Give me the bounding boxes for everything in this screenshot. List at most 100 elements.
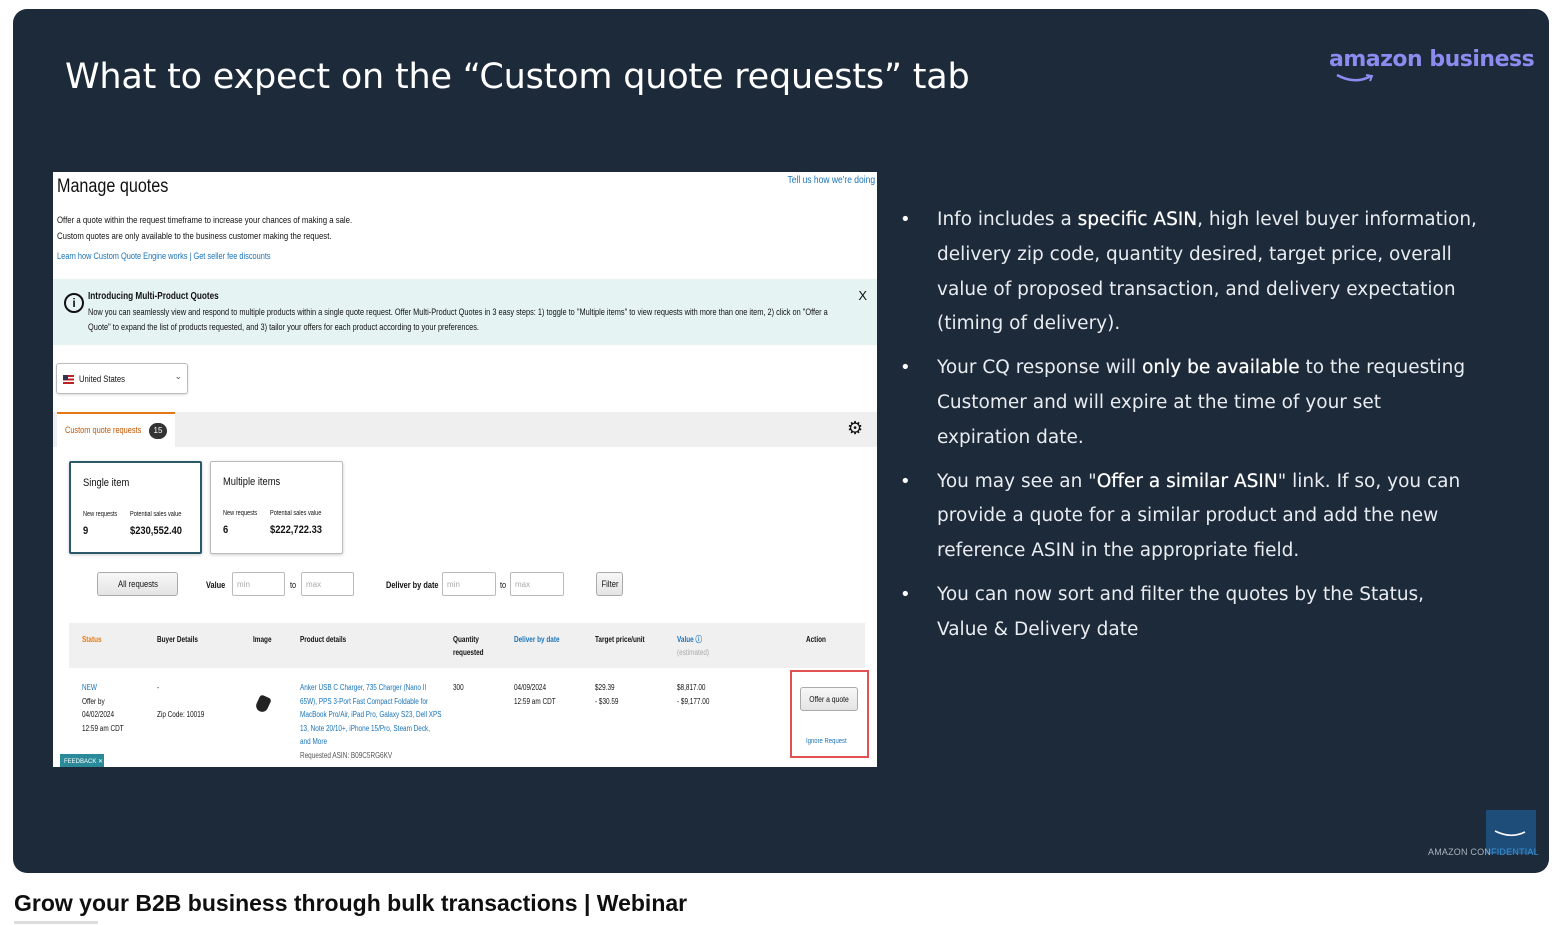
row-value: $8,817.00 - $9,177.00 <box>677 681 709 708</box>
to-label: to <box>500 580 507 590</box>
filter-button[interactable]: Filter <box>596 572 623 596</box>
deliver-date: 04/09/2024 <box>514 683 547 692</box>
banner-text: Now you can seamlessly view and respond … <box>88 305 851 335</box>
new-requests-label: New requests <box>223 510 258 517</box>
th-quantity-line-1: Quantity <box>453 635 479 644</box>
row-asin: Requested ASIN: B09C5RG6KV <box>300 751 393 760</box>
country-label: United States <box>79 374 125 384</box>
banner-title: Introducing Multi-Product Quotes <box>88 291 219 302</box>
sales-value-label: Potential sales value <box>270 510 322 517</box>
info-icon: i <box>64 293 84 313</box>
offer-a-quote-button[interactable]: Offer a quote <box>800 687 858 711</box>
status-filter-label: All requests <box>117 579 158 589</box>
ignore-request-link[interactable]: Ignore Request <box>806 738 847 745</box>
deliver-max-input[interactable]: max <box>510 572 564 596</box>
th-target-price: Target price/unit <box>595 635 645 644</box>
sales-value: $230,552.40 <box>130 525 182 537</box>
value-min-input[interactable]: min <box>232 572 285 596</box>
product-line-2: 65W), PPS 3-Port Fast Compact Foldable f… <box>300 696 429 706</box>
manage-quotes-screenshot: Manage quotes Tell us how we're doing Of… <box>53 172 877 767</box>
new-requests-label: New requests <box>83 511 118 518</box>
th-buyer: Buyer Details <box>157 635 198 644</box>
new-requests-count: 9 <box>83 525 89 537</box>
th-deliver-by[interactable]: Deliver by date <box>514 633 560 646</box>
banner-close-icon[interactable]: X <box>858 288 867 303</box>
confidential-text-b: FIDENTIAL <box>1491 847 1539 857</box>
th-value-label: Value ⓘ <box>677 635 702 644</box>
gear-icon[interactable]: ⚙ <box>847 418 863 439</box>
value-label: Value <box>206 580 226 590</box>
single-item-card[interactable]: Single item New requests Potential sales… <box>69 461 202 554</box>
deliver-max-placeholder: max <box>515 580 531 589</box>
deliver-min-placeholder: min <box>447 580 460 589</box>
video-title: Grow your B2B business through bulk tran… <box>14 890 688 916</box>
desc-line-2: Custom quotes are only available to the … <box>57 231 332 242</box>
card-title: Single item <box>83 477 130 489</box>
row-target-price: $29.39 - $30.59 <box>595 681 618 708</box>
target-price-low: $29.39 <box>595 683 615 692</box>
confidential-label: AMAZON CONFIDENTIAL <box>1428 847 1539 857</box>
bullet-text: Your CQ response will <box>937 357 1143 379</box>
country-select[interactable]: United States ⌄ <box>56 363 188 394</box>
help-links[interactable]: Learn how Custom Quote Engine works | Ge… <box>57 251 271 261</box>
th-action: Action <box>806 635 826 644</box>
multiple-items-card[interactable]: Multiple items New requests Potential sa… <box>210 461 343 554</box>
slide-title: What to expect on the “Custom quote requ… <box>65 57 970 97</box>
value-min-placeholder: min <box>237 580 250 589</box>
confidential-text-a: AMAZON CON <box>1428 847 1492 857</box>
th-product: Product details <box>300 635 347 644</box>
row-offer-date: 04/02/2024 <box>82 710 115 719</box>
deliver-min-input[interactable]: min <box>442 572 496 596</box>
value-max-input[interactable]: max <box>301 572 354 596</box>
video-player[interactable]: What to expect on the “Custom quote requ… <box>13 9 1549 873</box>
desc-line-1: Offer a quote within the request timefra… <box>57 215 353 226</box>
product-line-3: MacBook Pro/Air, iPad Pro, Galaxy S23, D… <box>300 710 442 719</box>
banner-text-line-1: Now you can seamlessly view and respond … <box>88 307 828 317</box>
bullet-emphasis: only be available <box>1142 357 1300 379</box>
row-offer-time: 12:59 am CDT <box>82 723 124 733</box>
manage-quotes-title: Manage quotes <box>57 176 169 197</box>
deliver-time: 12:59 am CDT <box>514 696 556 706</box>
product-line-5: and More <box>300 737 328 746</box>
banner-text-line-2: Quote" to expand the list of products re… <box>88 322 479 332</box>
th-quantity-line-2: requested <box>453 648 484 657</box>
target-price-high: - $30.59 <box>595 696 619 706</box>
status-filter-select[interactable]: All requests <box>97 572 178 596</box>
product-line-4: 13, Note 20/10+, iPhone 15/Pro, Steam De… <box>300 723 431 733</box>
sales-value-label: Potential sales value <box>130 511 182 518</box>
row-zip: Zip Code: 10019 <box>157 710 205 719</box>
bullet-emphasis: Offer a similar ASIN <box>1096 470 1278 492</box>
logo-text: amazon business <box>1329 47 1535 72</box>
value-low: $8,817.00 <box>677 683 706 692</box>
bullet-text: You can now sort and filter the quotes b… <box>937 583 1425 640</box>
us-flag-icon <box>63 375 74 384</box>
tell-us-link[interactable]: Tell us how we're doing <box>787 175 875 186</box>
multi-product-banner: i Introducing Multi-Product Quotes Now y… <box>53 279 877 345</box>
card-title: Multiple items <box>223 476 281 488</box>
row-product-link[interactable]: Anker USB C Charger, 735 Charger (Nano I… <box>300 681 442 749</box>
th-quantity: Quantity requested <box>453 633 484 659</box>
feedback-button[interactable]: FEEDBACK ✕ <box>60 754 104 767</box>
bullet-emphasis: specific ASIN <box>1077 209 1198 230</box>
filter-bar: All requests Value min to max Deliver by… <box>53 572 877 602</box>
bullet-item: Your CQ response will only be available … <box>897 351 1477 455</box>
th-value-sub: (estimated) <box>677 648 710 657</box>
deliver-by-label: Deliver by date <box>386 580 439 590</box>
product-image[interactable] <box>254 694 272 714</box>
filter-button-label: Filter <box>601 579 618 589</box>
bullet-item: You can now sort and filter the quotes b… <box>897 578 1477 648</box>
bullet-text: You may see an " <box>937 470 1097 492</box>
tab-count-badge: 15 <box>149 423 167 439</box>
tab-custom-quote-requests[interactable]: Custom quote requests 15 <box>57 412 175 447</box>
th-image: Image <box>253 635 272 644</box>
new-requests-count: 6 <box>223 524 229 536</box>
offer-button-label: Offer a quote <box>809 695 849 704</box>
th-status[interactable]: Status <box>82 633 102 646</box>
amazon-business-logo: amazon business <box>1329 47 1535 82</box>
row-status-cell: NEW Offer by 04/02/2024 12:59 am CDT <box>82 681 124 735</box>
sales-value: $222,722.33 <box>270 524 322 536</box>
page-description: Offer a quote within the request timefra… <box>57 213 385 245</box>
bullet-item: Info includes a specific ASIN, high leve… <box>897 203 1477 342</box>
smile-arrow-icon <box>1336 73 1374 82</box>
th-value[interactable]: Value ⓘ (estimated) <box>677 633 709 659</box>
